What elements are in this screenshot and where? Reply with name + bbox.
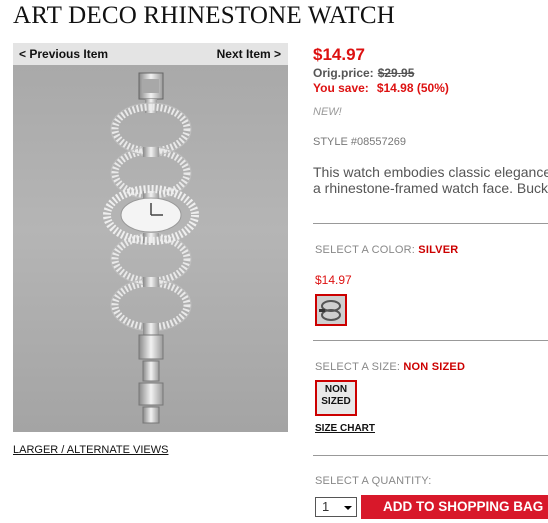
divider xyxy=(313,223,548,224)
product-image[interactable] xyxy=(13,65,288,432)
savings-label: You save: xyxy=(313,81,369,95)
savings-row: You save: $14.98 (50%) xyxy=(313,81,449,95)
new-badge: NEW! xyxy=(313,106,342,118)
selected-size: NON SIZED xyxy=(403,361,466,373)
style-number: STYLE #08557269 xyxy=(313,136,406,148)
previous-item-link[interactable]: < Previous Item xyxy=(19,47,108,61)
swatch-price: $14.97 xyxy=(315,273,352,287)
savings-value: $14.98 (50%) xyxy=(376,81,449,95)
size-chart-link[interactable]: SIZE CHART xyxy=(315,423,375,434)
item-nav-bar: < Previous Item Next Item > xyxy=(13,43,288,65)
product-description: This watch embodies classic elegance a r… xyxy=(313,164,548,196)
description-line: a rhinestone-framed watch face. Buck xyxy=(313,180,548,196)
color-swatch-silver[interactable] xyxy=(315,294,347,326)
original-price-row: Orig.price: $29.95 xyxy=(313,66,414,80)
add-to-bag-button[interactable]: ADD TO SHOPPING BAG xyxy=(361,495,548,519)
quantity-value: 1 xyxy=(322,499,330,514)
sale-price: $14.97 xyxy=(313,45,365,64)
size-selector-label: SELECT A SIZE: NON SIZED xyxy=(315,361,465,373)
watch-illustration xyxy=(103,72,199,424)
divider xyxy=(313,340,548,341)
size-label-text: SELECT A SIZE: xyxy=(315,361,401,373)
watch-thumbnail-icon xyxy=(317,296,345,324)
product-title: ART DECO RHINESTONE WATCH xyxy=(13,2,395,29)
size-option-line: SIZED xyxy=(321,396,351,407)
selected-color: SILVER xyxy=(418,244,459,256)
next-item-link[interactable]: Next Item > xyxy=(217,47,281,61)
chevron-down-icon xyxy=(344,506,352,510)
color-label-text: SELECT A COLOR: xyxy=(315,244,416,256)
larger-alternate-views-link[interactable]: LARGER / ALTERNATE VIEWS xyxy=(13,444,168,456)
quantity-label: SELECT A QUANTITY: xyxy=(315,475,432,487)
description-line: This watch embodies classic elegance xyxy=(313,164,548,180)
divider xyxy=(313,455,548,456)
quantity-select[interactable]: 1 xyxy=(315,497,357,517)
original-price: $29.95 xyxy=(377,66,415,80)
original-price-label: Orig.price: xyxy=(313,66,374,80)
size-option-line: NON xyxy=(324,384,348,395)
color-selector-label: SELECT A COLOR: SILVER xyxy=(315,244,458,256)
size-option-non-sized[interactable]: NON SIZED xyxy=(315,380,357,416)
